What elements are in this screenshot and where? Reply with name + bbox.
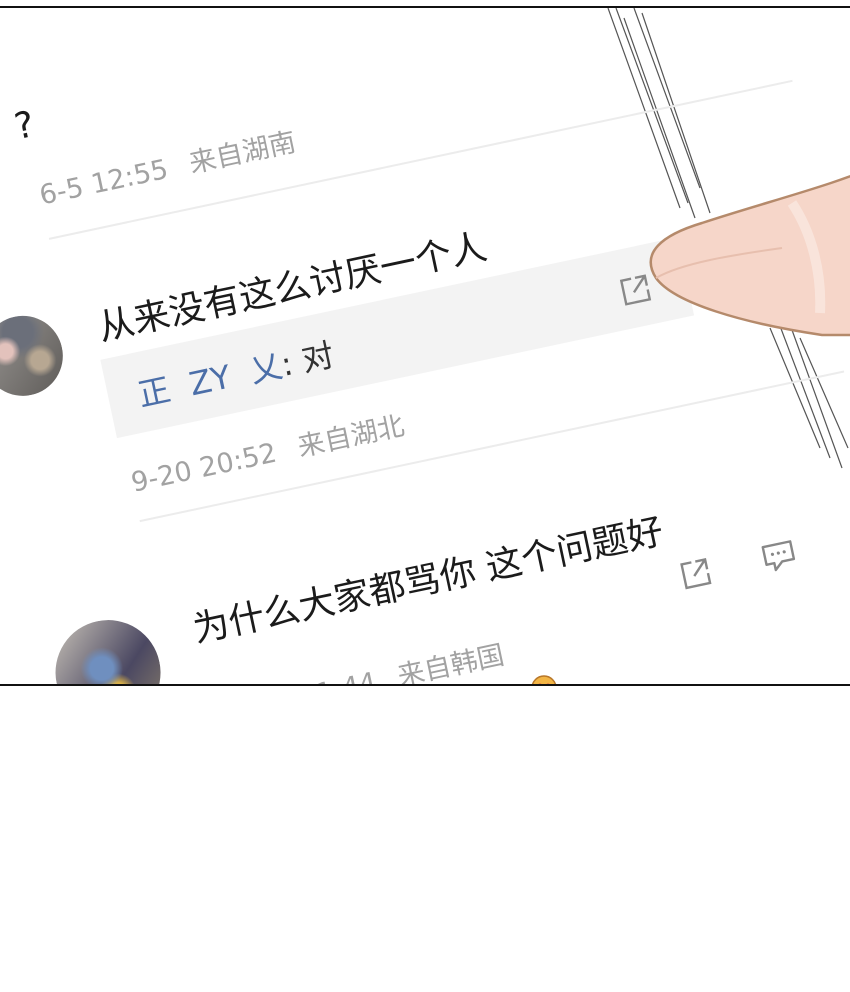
reply-line: 正 ZY 乂: 对 [133,330,338,416]
comic-panel: ? 6-5 12:55 来自湖南 从来没有这么讨厌一个人 正 ZY 乂: 对 9… [0,6,850,686]
comment-text: 为什么大家都骂你 这个问题好 [189,511,667,651]
comment-time: 6-5 12:55 [36,153,171,212]
reply-text: : 对 [277,335,338,384]
commenter-avatar[interactable] [0,308,71,404]
comment-meta: 9-20 21:44 来自韩国 [227,633,507,684]
comment-location: 来自湖南 [186,126,299,180]
comment-list[interactable]: ? 6-5 12:55 来自湖南 从来没有这么讨厌一个人 正 ZY 乂: 对 9… [0,8,850,684]
reply-username[interactable]: 正 ZY 乂 [135,347,286,415]
mascot-sticker [531,675,557,684]
comment-text: ? [11,103,39,148]
comment-icon[interactable] [758,535,801,578]
commenter-avatar[interactable] [45,610,171,684]
share-icon[interactable] [674,552,717,595]
comment-meta: 6-5 12:55 来自湖南 [35,120,299,212]
finger-illustration [649,175,850,337]
comment-time: 9-20 20:52 [128,437,280,499]
comment-location: 来自湖北 [295,410,408,464]
comment-time: 9-20 21:44 [228,667,379,684]
